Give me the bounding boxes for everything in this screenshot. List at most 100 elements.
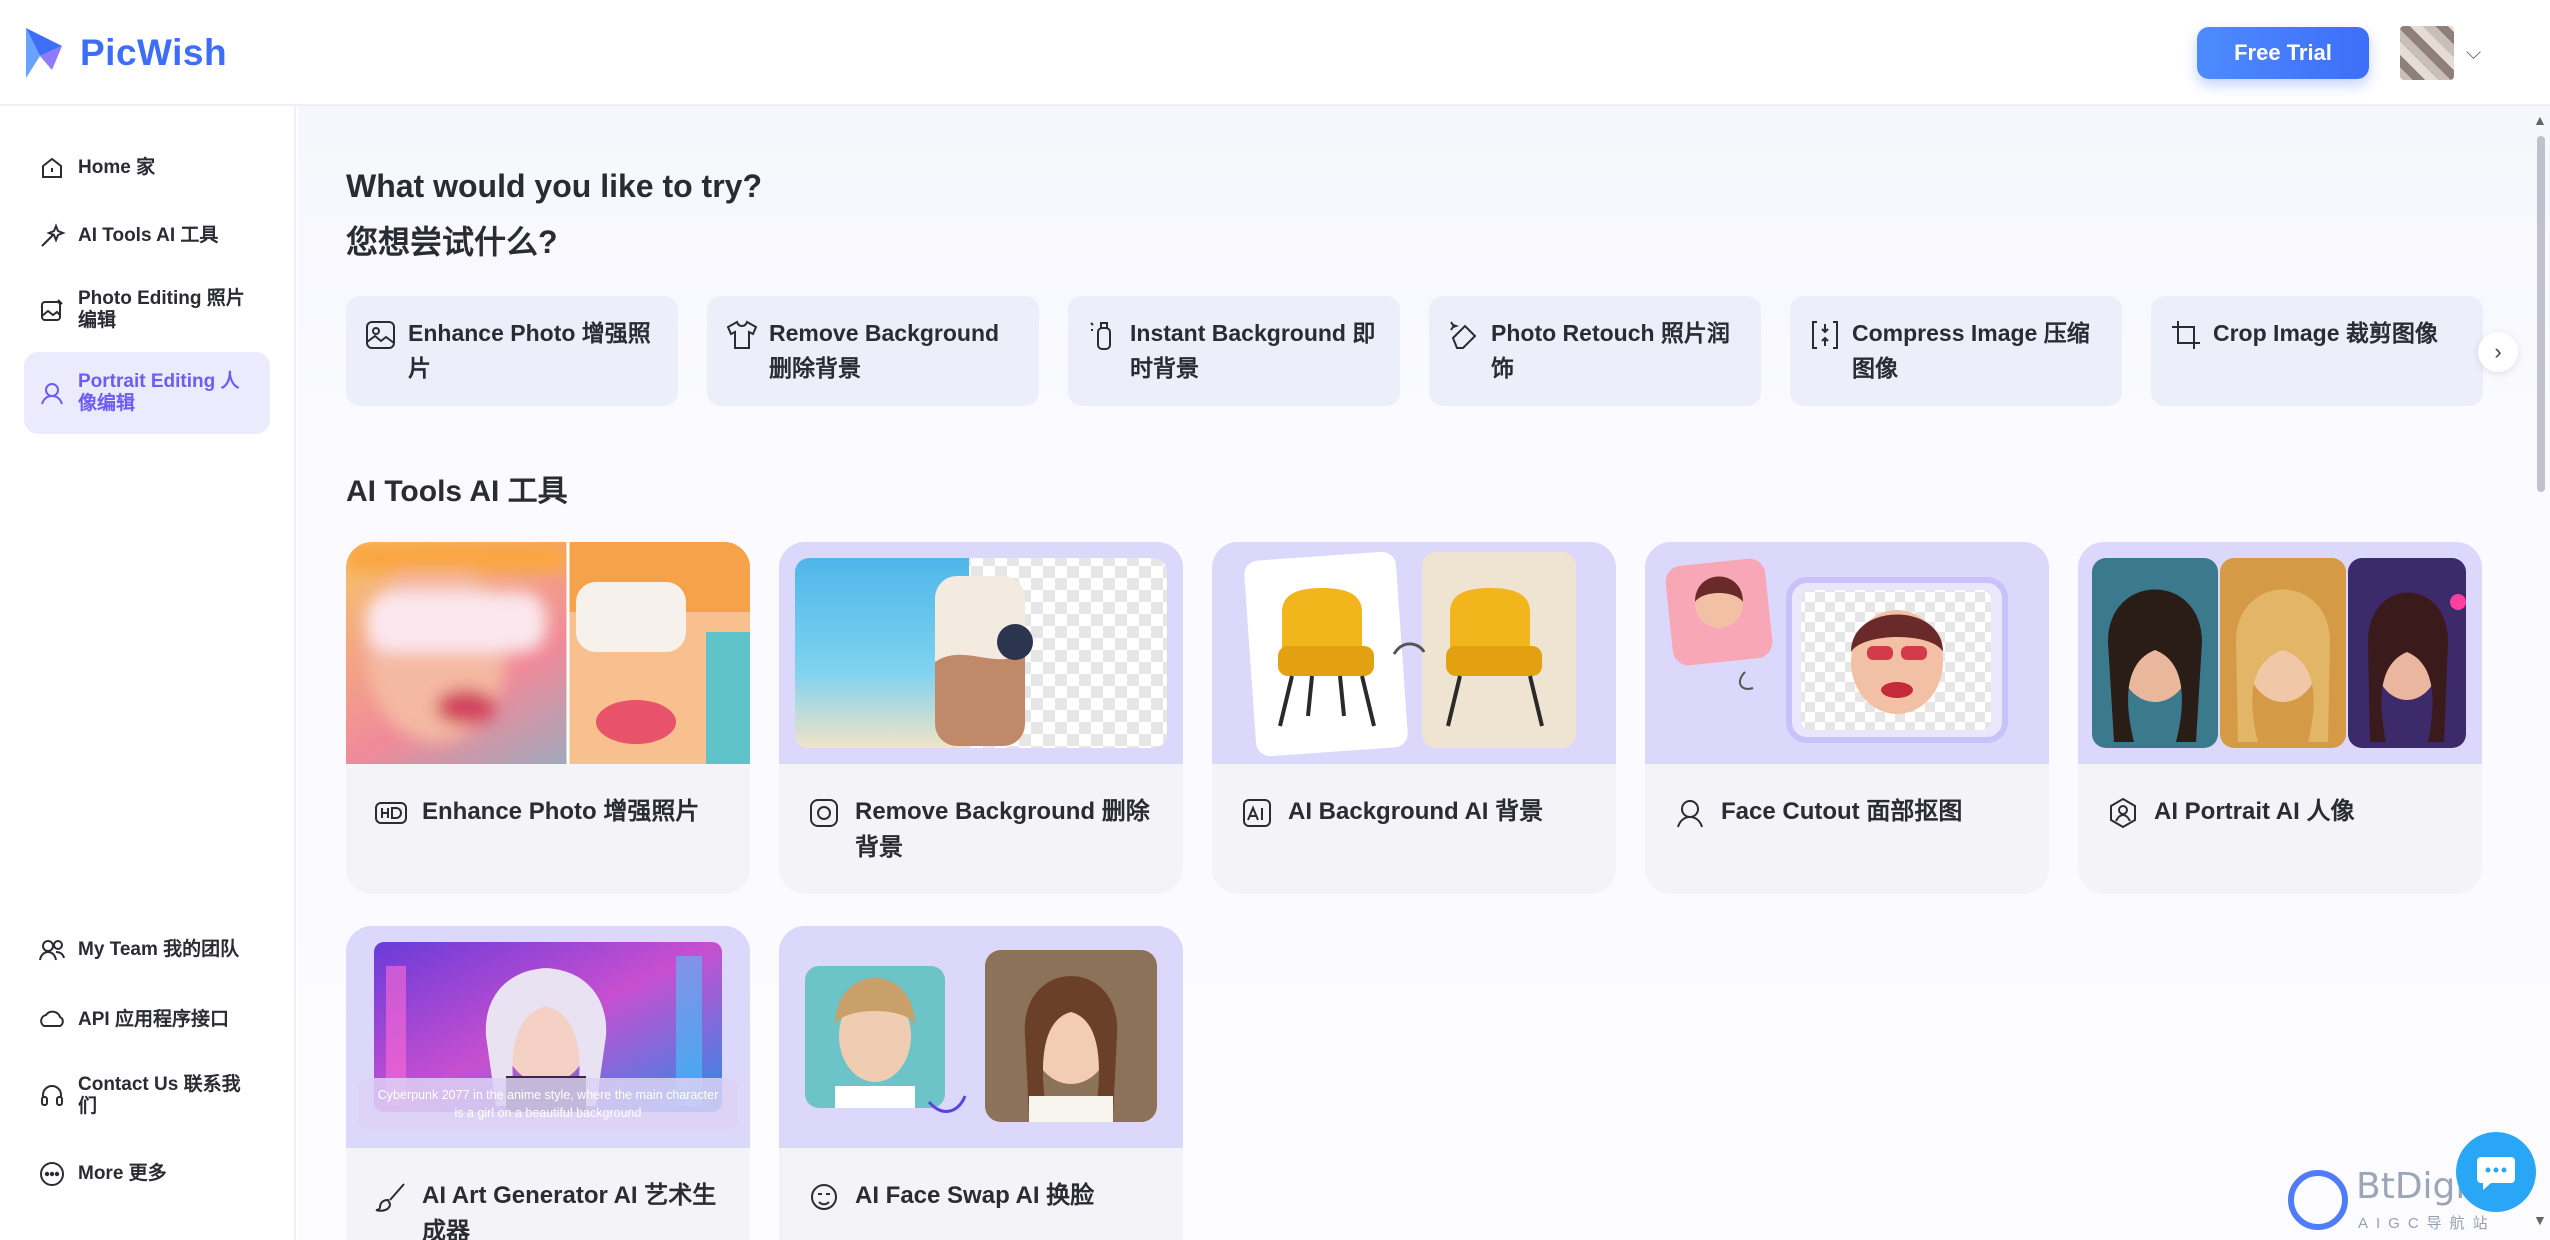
bottle-icon (1086, 318, 1120, 352)
ai-background-icon (1240, 796, 1274, 830)
hd-icon (374, 796, 408, 830)
quick-tool-label: Crop Image 裁剪图像 (2213, 320, 2438, 346)
sidebar-item-ai-tools[interactable]: AI Tools AI 工具 (24, 210, 270, 262)
scrollbar-thumb[interactable] (2537, 136, 2545, 492)
tool-card-ai-face-swap[interactable]: AI Face Swap AI 换脸 (779, 926, 1183, 1240)
watermark-subtext: AIGC导航站 (2358, 1215, 2496, 1232)
ai-portrait-icon (2106, 796, 2140, 830)
tool-card-remove-background[interactable]: Remove Background 删除背景 (779, 542, 1183, 894)
tool-card-ai-art-generator[interactable]: Cyberpunk 2077 in the anime style, where… (346, 926, 750, 1240)
tool-card-enhance-photo[interactable]: Enhance Photo 增强照片 (346, 542, 750, 894)
top-header: PicWish Free Trial ⌵ (0, 0, 2550, 106)
heading-zh: 您想尝试什么? (346, 224, 558, 260)
chevron-right-icon[interactable]: › (2478, 332, 2518, 372)
tool-card-title: AI Portrait AI 人像 (2106, 794, 2466, 830)
tool-card-label: AI Background AI 背景 (1288, 798, 1544, 825)
quick-tool-label: Compress Image 压缩图像 (1852, 320, 2090, 381)
sidebar-item-home[interactable]: Home 家 (24, 142, 270, 194)
tool-card-title: Face Cutout 面部抠图 (1673, 794, 2033, 830)
quick-tool-instant-background[interactable]: Instant Background 即时背景 (1068, 296, 1400, 406)
sidebar-item-api[interactable]: API 应用程序接口 (24, 994, 270, 1046)
tool-card-title: AI Face Swap AI 换脸 (807, 1178, 1167, 1214)
ai-portrait-preview (2078, 542, 2482, 764)
app-name: PicWish (80, 32, 228, 73)
face-cutout-preview (1645, 542, 2049, 764)
ai-background-preview (1212, 542, 1616, 764)
shirt-icon (725, 318, 759, 352)
sidebar-item-portrait-editing[interactable]: Portrait Editing 人像编辑 (24, 352, 270, 434)
art-prompt-text: Cyberpunk 2077 in the anime style, where… (358, 1078, 738, 1130)
portrait-icon (38, 379, 66, 407)
tool-card-label: Enhance Photo 增强照片 (422, 798, 700, 825)
ai-tools-heading: AI Tools AI 工具 (346, 475, 568, 508)
sidebar-item-more[interactable]: More 更多 (24, 1148, 270, 1200)
tool-card-title: AI Background AI 背景 (1240, 794, 1600, 830)
quick-tool-remove-background[interactable]: Remove Background 删除背景 (707, 296, 1039, 406)
scroll-up-icon[interactable]: ▲ (2533, 112, 2547, 128)
tool-card-label: Remove Background 删除背景 (855, 798, 1150, 861)
quick-tool-label: Remove Background 删除背景 (769, 320, 1000, 381)
tool-card-label: AI Art Generator AI 艺术生成器 (422, 1182, 717, 1240)
sidebar-item-label: Contact Us 联系我们 (78, 1074, 241, 1117)
tool-card-title: Remove Background 删除背景 (807, 794, 1167, 866)
sidebar-item-contact-us[interactable]: Contact Us 联系我们 (24, 1062, 270, 1130)
eraser-icon (1447, 318, 1481, 352)
sidebar-item-label: More 更多 (78, 1163, 167, 1184)
home-icon (38, 154, 66, 182)
quick-tools-row: Enhance Photo 增强照片 Remove Background 删除背… (346, 296, 2486, 406)
free-trial-button[interactable]: Free Trial (2197, 27, 2369, 79)
enhance-photo-icon (364, 318, 398, 352)
quick-tool-compress-image[interactable]: Compress Image 压缩图像 (1790, 296, 2122, 406)
enhance-photo-preview (346, 542, 750, 764)
tool-card-ai-portrait[interactable]: AI Portrait AI 人像 (2078, 542, 2482, 894)
headset-icon (38, 1082, 66, 1110)
watermark-text: BtDigi (2356, 1166, 2466, 1207)
sidebar-item-label: Home 家 (78, 157, 156, 178)
tool-card-ai-background[interactable]: AI Background AI 背景 (1212, 542, 1616, 894)
sidebar-item-my-team[interactable]: My Team 我的团队 (24, 924, 270, 976)
scroll-down-icon[interactable]: ▼ (2533, 1212, 2547, 1228)
page-title: What would you like to try? 您想尝试什么? (346, 158, 762, 270)
api-icon (38, 1006, 66, 1034)
main-content: What would you like to try? 您想尝试什么? Enha… (298, 106, 2550, 1240)
tool-card-face-cutout[interactable]: Face Cutout 面部抠图 (1645, 542, 2049, 894)
watermark-logo-icon (2288, 1170, 2348, 1230)
picwish-logo[interactable]: PicWish (22, 26, 227, 80)
quick-tool-label: Instant Background 即时背景 (1130, 320, 1376, 381)
sidebar-item-label: API 应用程序接口 (78, 1009, 229, 1030)
face-swap-icon (807, 1180, 841, 1214)
avatar[interactable] (2400, 26, 2454, 80)
quick-tool-label: Enhance Photo 增强照片 (408, 320, 651, 381)
ai-face-swap-preview (779, 926, 1183, 1148)
sidebar-item-label: Portrait Editing 人像编辑 (78, 371, 240, 414)
face-cutout-icon (1673, 796, 1707, 830)
compress-icon (1808, 318, 1842, 352)
chevron-down-icon[interactable]: ⌵ (2466, 42, 2481, 65)
crop-icon (2169, 318, 2203, 352)
photo-edit-icon (38, 296, 66, 324)
tool-card-title: AI Art Generator AI 艺术生成器 (374, 1178, 734, 1240)
tool-card-label: AI Face Swap AI 换脸 (855, 1182, 1095, 1209)
sidebar-item-label: My Team 我的团队 (78, 939, 240, 960)
magic-wand-icon (38, 222, 66, 250)
picwish-logo-icon (26, 28, 62, 78)
tool-card-label: Face Cutout 面部抠图 (1721, 798, 1963, 825)
team-icon (38, 936, 66, 964)
tool-card-label: AI Portrait AI 人像 (2154, 798, 2355, 825)
brush-icon (374, 1180, 408, 1214)
remove-background-preview (779, 542, 1183, 764)
sidebar-item-photo-editing[interactable]: Photo Editing 照片编辑 (24, 276, 270, 344)
chat-support-button[interactable] (2456, 1132, 2536, 1212)
sidebar-item-label: Photo Editing 照片编辑 (78, 288, 245, 331)
quick-tool-photo-retouch[interactable]: Photo Retouch 照片润饰 (1429, 296, 1761, 406)
chat-bubble-icon (2477, 1157, 2515, 1190)
tool-card-title: Enhance Photo 增强照片 (374, 794, 734, 830)
quick-tool-enhance-photo[interactable]: Enhance Photo 增强照片 (346, 296, 678, 406)
remove-bg-icon (807, 796, 841, 830)
quick-tool-crop-image[interactable]: Crop Image 裁剪图像 (2151, 296, 2483, 406)
sidebar-item-label: AI Tools AI 工具 (78, 225, 219, 246)
heading-en: What would you like to try? (346, 168, 762, 204)
quick-tool-label: Photo Retouch 照片润饰 (1491, 320, 1730, 381)
more-icon (38, 1160, 66, 1188)
ai-art-preview: Cyberpunk 2077 in the anime style, where… (346, 926, 750, 1148)
